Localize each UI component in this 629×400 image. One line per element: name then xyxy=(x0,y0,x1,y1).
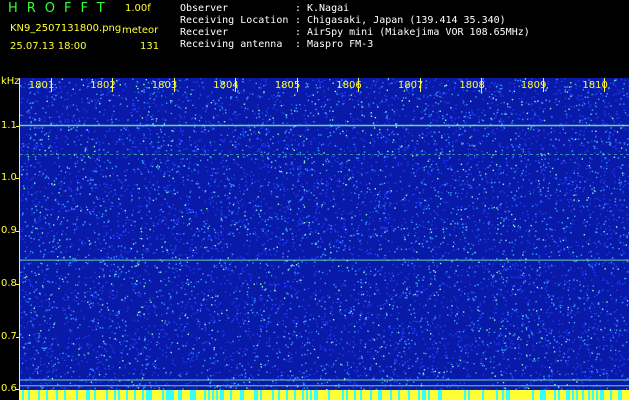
y-tick-mark xyxy=(16,231,20,233)
info-value: Maspro FM-3 xyxy=(307,39,374,50)
spectrogram-plot xyxy=(20,78,629,400)
x-tick-mark xyxy=(235,78,237,92)
app-version: 1.00f xyxy=(125,3,151,14)
info-value: AirSpy mini (Miakejima VOR 108.65MHz) xyxy=(307,27,530,38)
y-axis-unit: kHz xyxy=(1,76,20,87)
x-tick-mark xyxy=(604,78,606,92)
y-tick-mark xyxy=(16,389,20,391)
x-tick-mark xyxy=(173,78,175,92)
file-name: KN9_2507131800.png xyxy=(10,23,122,34)
info-value: Chigasaki, Japan (139.414 35.340) xyxy=(307,15,506,26)
y-tick-mark xyxy=(16,336,20,338)
info-row-observer: Observer: K.Nagai xyxy=(180,3,349,14)
y-tick-label: 1.1 xyxy=(1,119,17,131)
y-tick-mark xyxy=(16,283,20,285)
y-tick-label: 0.7 xyxy=(1,330,17,342)
info-sep: : xyxy=(295,15,302,26)
x-tick-mark xyxy=(358,78,360,92)
info-label: Observer xyxy=(180,3,229,14)
info-row-location: Receiving Location: Chigasaki, Japan (139… xyxy=(180,15,506,26)
y-tick-mark xyxy=(16,125,20,127)
y-tick-label: 0.8 xyxy=(1,277,17,289)
bottom-signal-strip xyxy=(20,390,629,400)
info-value: K.Nagai xyxy=(307,3,350,14)
x-tick-mark xyxy=(50,78,52,92)
y-tick-mark xyxy=(16,178,20,180)
date-time: 25.07.13 18:00 xyxy=(10,41,87,52)
mode-label: meteor xyxy=(122,25,159,36)
header-panel: HROFFT 1.00f KN9_2507131800.png meteor 2… xyxy=(0,0,629,76)
y-tick-label: 1.0 xyxy=(1,172,17,184)
info-sep: : xyxy=(295,3,302,14)
info-sep: : xyxy=(295,27,302,38)
x-tick-mark xyxy=(419,78,421,92)
info-row-antenna: Receiving antenna: Maspro FM-3 xyxy=(180,39,373,50)
spectrogram-svg xyxy=(20,78,629,400)
x-tick-mark xyxy=(481,78,483,92)
info-row-receiver: Receiver: AirSpy mini (Miakejima VOR 108.… xyxy=(180,27,530,38)
x-tick-mark xyxy=(542,78,544,92)
app-title: HROFFT xyxy=(8,1,114,16)
y-tick-label: 0.6 xyxy=(1,383,17,395)
x-tick-mark xyxy=(296,78,298,92)
info-label: Receiving Location xyxy=(180,15,289,26)
info-sep: : xyxy=(295,39,302,50)
info-label: Receiver xyxy=(180,27,229,38)
y-tick-label: 0.9 xyxy=(1,225,17,237)
detection-count: 131 xyxy=(140,41,160,52)
info-label: Receiving antenna xyxy=(180,39,283,50)
x-tick-mark xyxy=(112,78,114,92)
